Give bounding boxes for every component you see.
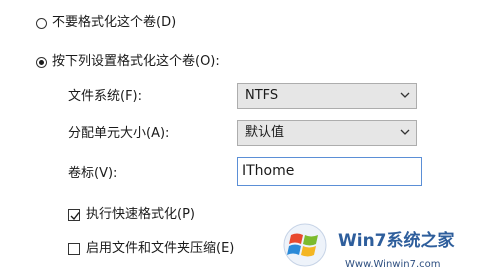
chevron-down-icon [400,92,410,98]
no-format-radio[interactable] [36,18,47,29]
quick-format-label[interactable]: 执行快速格式化(P) [86,207,195,223]
filesystem-value: NTFS [245,88,279,103]
no-format-label[interactable]: 不要格式化这个卷(D) [52,15,176,31]
filesystem-label: 文件系统(F): [68,89,143,104]
allocation-label: 分配单元大小(A): [68,126,170,141]
chevron-down-icon [400,129,410,135]
quick-format-checkbox[interactable] [68,209,80,221]
volume-label: 卷标(V): [68,166,118,181]
compression-checkbox[interactable] [68,243,80,255]
watermark-site-name: Win7系统之家 [338,231,455,251]
volume-label-input[interactable]: IThome [237,157,422,186]
windows-logo-watermark-icon [283,223,327,267]
filesystem-dropdown[interactable]: NTFS [237,83,417,109]
radio-selected-dot [39,60,44,65]
format-label[interactable]: 按下列设置格式化这个卷(O): [52,54,220,70]
volume-label-value: IThome [242,163,295,179]
allocation-dropdown[interactable]: 默认值 [237,120,417,146]
format-radio[interactable] [36,57,47,68]
allocation-value: 默认值 [245,125,285,140]
compression-label[interactable]: 启用文件和文件夹压缩(E) [86,241,234,257]
checkmark-icon [70,212,80,221]
watermark-url: Www.Winwin7.com [345,259,441,270]
